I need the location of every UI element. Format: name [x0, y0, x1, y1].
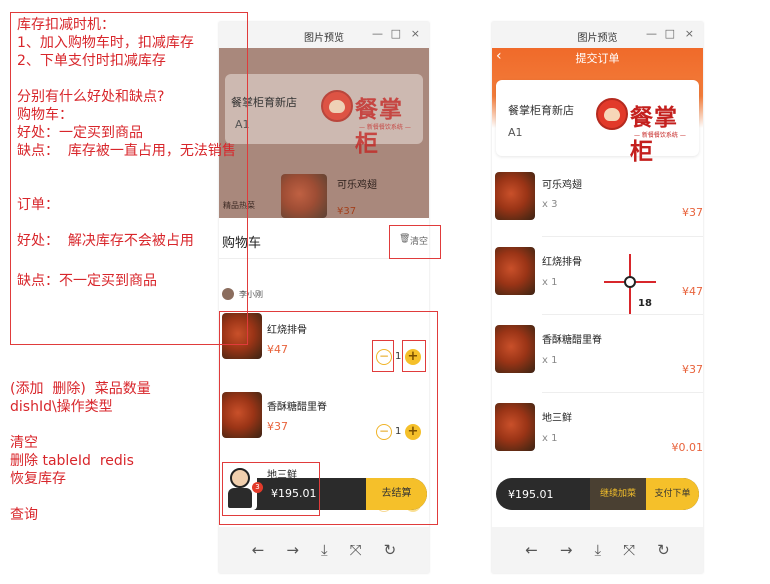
dish-price: ¥37 — [682, 206, 703, 219]
logo-tagline: — 新餐餐饮系统 — — [359, 124, 411, 131]
shop-card: 餐掌柜育新店 A1 餐掌柜 — 新餐餐饮系统 — — [496, 80, 699, 165]
highlight-plus — [402, 340, 426, 372]
notes-question: 分别有什么好处和缺点? — [17, 89, 165, 105]
highlight-cart-total — [222, 462, 320, 516]
close-button[interactable]: × — [411, 27, 420, 40]
download-icon[interactable]: ⤓ — [594, 541, 601, 559]
maximize-button[interactable]: □ — [665, 27, 675, 40]
download-icon[interactable]: ⤓ — [321, 541, 328, 559]
dish-name: 可乐鸡翅 — [542, 180, 582, 191]
dish-image — [495, 403, 535, 451]
continue-ordering-button[interactable]: 继续加菜 — [590, 478, 646, 510]
dish-name: 红烧排骨 — [542, 257, 582, 268]
side-note-clear: 清空 — [10, 435, 38, 451]
dish-price: ¥37 — [682, 363, 703, 376]
dish-price: ¥0.01 — [671, 441, 704, 454]
dish-name: 地三鲜 — [542, 413, 572, 424]
fullscreen-icon[interactable]: ⤧ — [623, 541, 635, 559]
highlight-minus — [372, 340, 394, 372]
forward-arrow-icon[interactable]: → — [286, 541, 299, 559]
dish-quantity: x 1 — [542, 355, 558, 366]
rotate-icon[interactable]: ↻ — [384, 541, 397, 559]
notes-text: 库存扣减时机： 1、加入购物车时，扣减库存 2、下单支付时扣减库存 分别有什么好… — [17, 16, 257, 290]
dish-image — [495, 247, 535, 295]
bg-dish-price: ¥37 — [337, 206, 357, 217]
window-titlebar: 图片预览 — □ × — [492, 22, 703, 48]
highlight-clear-button — [389, 225, 441, 259]
back-arrow-icon[interactable]: ← — [252, 541, 265, 559]
logo-mascot-icon — [321, 90, 353, 122]
minimize-button[interactable]: — — [372, 27, 383, 40]
table-number: A1 — [508, 126, 523, 139]
close-button[interactable]: × — [685, 27, 694, 40]
notes-option-1: 1、加入购物车时，扣减库存 — [17, 35, 194, 51]
dish-image — [281, 174, 327, 218]
viewer-toolbar: ← → ⤓ ⤧ ↻ — [219, 527, 429, 573]
forward-arrow-icon[interactable]: → — [560, 541, 573, 559]
bg-dish-name: 可乐鸡翅 — [337, 180, 377, 191]
dish-image — [495, 172, 535, 220]
notes-order-heading: 订单： — [17, 197, 59, 213]
order-total: ¥195.01 — [508, 488, 554, 501]
shop-name: 餐掌柜育新店 — [508, 104, 574, 117]
cursor-label: 18 — [638, 298, 652, 309]
rotate-icon[interactable]: ↻ — [657, 541, 670, 559]
side-note-restore: 恢复库存 — [10, 471, 66, 487]
viewer-toolbar: ← → ⤓ ⤧ ↻ — [492, 527, 703, 573]
notes-cart-con: 缺点： 库存被一直占用，无法销售 — [17, 143, 236, 159]
maximize-button[interactable]: □ — [391, 27, 401, 40]
side-note-delete-redis: 删除 tableId redis — [10, 453, 134, 469]
notes-cart-pro: 好处：一定买到商品 — [17, 125, 143, 141]
logo-mascot-icon — [596, 98, 628, 130]
dish-name: 香酥糖醋里脊 — [542, 335, 602, 346]
side-note-dish-op: dishId\操作类型 — [10, 399, 113, 415]
fullscreen-icon[interactable]: ⤧ — [350, 541, 362, 559]
dish-quantity: x 1 — [542, 277, 558, 288]
notes-option-2: 2、下单支付时扣减库存 — [17, 53, 166, 69]
side-note-add-remove: (添加 删除) 菜品数量 — [10, 381, 151, 397]
minimize-button[interactable]: — — [646, 27, 657, 40]
side-notes: (添加 删除) 菜品数量 dishId\操作类型 清空 删除 tableId r… — [10, 380, 210, 524]
side-note-query: 查询 — [10, 507, 38, 523]
dish-quantity: x 1 — [542, 433, 558, 444]
notes-title: 库存扣减时机： — [17, 17, 115, 33]
notes-order-pro: 好处： 解决库存不会被占用 — [17, 233, 194, 249]
pay-order-button[interactable]: 支付下单 — [646, 478, 699, 510]
notes-order-con: 缺点：不一定买到商品 — [17, 273, 157, 289]
dish-price: ¥47 — [682, 285, 703, 298]
preview-window-order: 图片预览 — □ × ‹ 提交订单 餐掌柜育新店 A1 餐掌柜 — 新餐餐饮系统… — [492, 22, 703, 573]
logo-tagline: — 新餐餐饮系统 — — [634, 132, 686, 139]
page-title: 提交订单 — [575, 52, 620, 65]
notes-cart-heading: 购物车： — [17, 107, 73, 123]
back-arrow-icon[interactable]: ← — [525, 541, 538, 559]
dish-image — [495, 325, 535, 373]
dish-quantity: x 3 — [542, 199, 558, 210]
